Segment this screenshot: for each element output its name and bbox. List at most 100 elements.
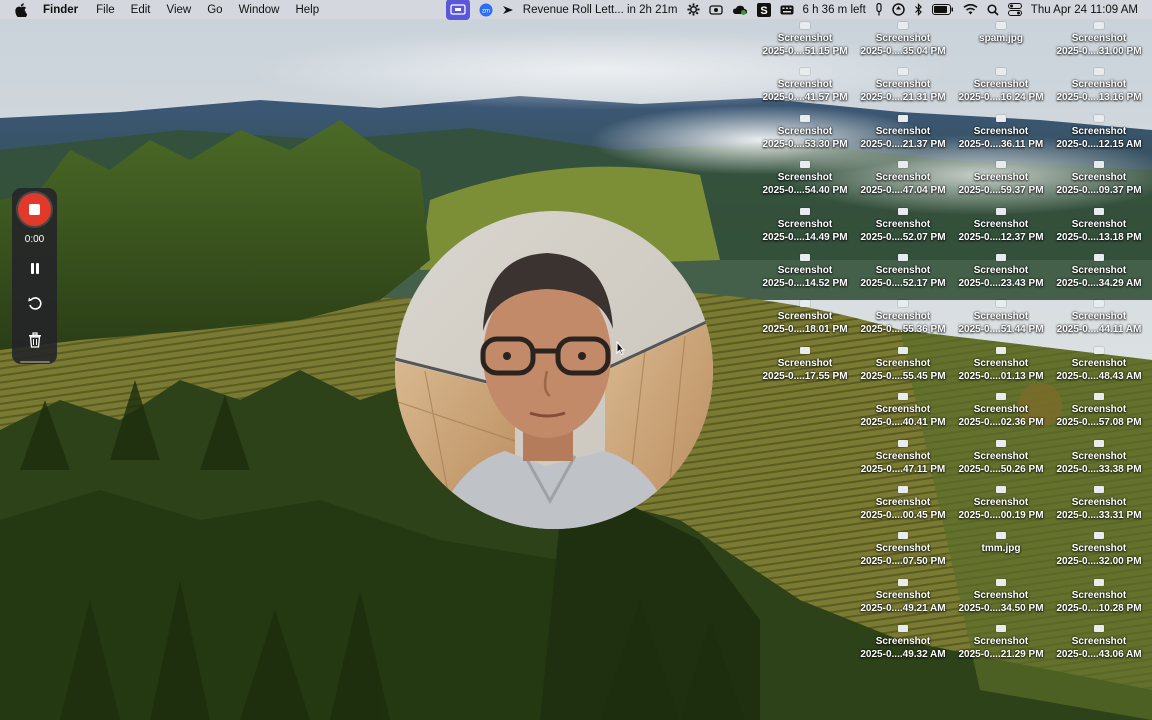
- desktop-file-icon[interactable]: Screenshot 2025-0....21.37 PM: [854, 114, 952, 161]
- file-thumbnail-icon: [898, 486, 908, 493]
- file-name-label: Screenshot: [875, 357, 931, 369]
- desktop-file-icon[interactable]: Screenshot 2025-0....44.11 AM: [1050, 300, 1148, 346]
- file-thumbnail-icon: [996, 393, 1006, 401]
- battery-time-remaining[interactable]: 6 h 36 m left: [803, 0, 866, 19]
- file-name-label: Screenshot: [1071, 497, 1127, 508]
- desktop-file-icon[interactable]: Screenshot 2025-0....36.11 PM: [952, 114, 1050, 161]
- file-name-label: Screenshot: [777, 125, 833, 137]
- desktop-file-icon[interactable]: Screenshot 2025-0....01.13 PM: [952, 346, 1050, 393]
- bluetooth-icon[interactable]: [914, 0, 923, 19]
- desktop-file-icon[interactable]: Screenshot 2025-0....00.19 PM: [952, 486, 1050, 532]
- file-thumbnail-icon: [1094, 68, 1104, 76]
- desktop-file-icon[interactable]: Screenshot 2025-0....18.01 PM: [756, 300, 854, 346]
- desktop-file-icon[interactable]: Screenshot 2025-0....55.36 PM: [854, 300, 952, 346]
- file-date-label: 2025-0....21.37 PM: [860, 138, 946, 150]
- menu-edit[interactable]: Edit: [131, 4, 151, 16]
- s-app-icon[interactable]: S: [756, 0, 771, 19]
- zoom-icon[interactable]: zm: [479, 0, 493, 19]
- menu-help[interactable]: Help: [295, 4, 319, 16]
- menu-window[interactable]: Window: [239, 4, 280, 16]
- search-icon[interactable]: [987, 0, 999, 19]
- desktop-file-icon[interactable]: Screenshot 2025-0....31.00 PM: [1050, 22, 1148, 68]
- desktop-file-icon[interactable]: Screenshot 2025-0....48.43 AM: [1050, 346, 1148, 393]
- keyboard-icon[interactable]: [780, 0, 794, 19]
- desktop-file-icon[interactable]: Screenshot 2025-0....33.31 PM: [1050, 486, 1148, 532]
- desktop-file-icon[interactable]: Screenshot 2025-0....12.37 PM: [952, 207, 1050, 254]
- file-name-label: Screenshot: [875, 265, 931, 276]
- desktop-file-icon[interactable]: Screenshot 2025-0....53.30 PM: [756, 114, 854, 161]
- desktop-file-icon[interactable]: Screenshot 2025-0....47.04 PM: [854, 161, 952, 207]
- desktop-file-icon[interactable]: Screenshot 2025-0....13.18 PM: [1050, 207, 1148, 254]
- desktop-file-icon[interactable]: Screenshot 2025-0....54.40 PM: [756, 161, 854, 207]
- desktop-file-icon[interactable]: Screenshot 2025-0....55.45 PM: [854, 346, 952, 393]
- calendar-event-icon[interactable]: [502, 0, 514, 19]
- stop-recording-button[interactable]: [18, 193, 51, 226]
- desktop-file-icon[interactable]: Screenshot 2025-0....12.15 AM: [1050, 114, 1148, 161]
- pause-recording-button[interactable]: [24, 257, 46, 279]
- desktop-file-icon[interactable]: Screenshot 2025-0....14.49 PM: [756, 207, 854, 254]
- desktop-file-icon[interactable]: Screenshot 2025-0....50.26 PM: [952, 439, 1050, 486]
- delete-recording-button[interactable]: [24, 329, 46, 351]
- file-thumbnail-icon: [898, 625, 908, 633]
- desktop-file-icon[interactable]: Screenshot 2025-0....07.50 PM: [854, 532, 952, 578]
- webcam-preview-bubble[interactable]: [395, 211, 713, 529]
- desktop-file-icon[interactable]: Screenshot 2025-0....32.00 PM: [1050, 532, 1148, 578]
- menu-file[interactable]: File: [96, 4, 115, 16]
- desktop-file-icon[interactable]: Screenshot 2025-0....47.11 PM: [854, 439, 952, 486]
- desktop-file-icon[interactable]: tmm.jpg: [952, 532, 1050, 578]
- desktop-file-icon[interactable]: Screenshot 2025-0....17.55 PM: [756, 346, 854, 393]
- desktop-file-icon[interactable]: Screenshot 2025-0....35.04 PM: [854, 22, 952, 68]
- desktop-file-icon[interactable]: Screenshot 2025-0....40.41 PM: [854, 393, 952, 439]
- desktop-file-icon[interactable]: Screenshot 2025-0....49.32 AM: [854, 625, 952, 671]
- desktop-file-icon[interactable]: Screenshot 2025-0....10.28 PM: [1050, 578, 1148, 625]
- desktop-file-icon[interactable]: Screenshot 2025-0....43.06 AM: [1050, 625, 1148, 671]
- cursor-icon: [616, 340, 626, 356]
- desktop-file-icon[interactable]: Screenshot 2025-0....02.36 PM: [952, 393, 1050, 439]
- desktop-file-icon[interactable]: Screenshot 2025-0....34.50 PM: [952, 578, 1050, 625]
- desktop-file-icon[interactable]: Screenshot 2025-0....21.31 PM: [854, 68, 952, 114]
- calendar-event-status[interactable]: Revenue Roll Lett... in 2h 21m: [523, 0, 678, 19]
- file-name-label: Screenshot: [875, 218, 931, 230]
- desktop-file-icon[interactable]: Screenshot 2025-0....23.43 PM: [952, 254, 1050, 300]
- file-date-label: 2025-0....54.40 PM: [762, 185, 848, 197]
- desktop-file-icon[interactable]: Screenshot 2025-0....21.29 PM: [952, 625, 1050, 671]
- cloud-icon[interactable]: [732, 0, 748, 19]
- desktop-file-icon[interactable]: spam.jpg: [952, 22, 1050, 68]
- apple-icon[interactable]: [15, 2, 29, 17]
- desktop-file-icon[interactable]: Screenshot 2025-0....57.08 PM: [1050, 393, 1148, 439]
- mic-icon[interactable]: [875, 0, 883, 19]
- restart-recording-button[interactable]: [24, 293, 46, 315]
- control-center-icon[interactable]: [1007, 0, 1022, 19]
- desktop-file-icon[interactable]: Screenshot 2025-0....51.15 PM: [756, 22, 854, 68]
- menubar-clock[interactable]: Thu Apr 24 11:09 AM: [1031, 0, 1138, 19]
- gear-icon[interactable]: [686, 0, 700, 19]
- file-date-label: 2025-0....49.32 AM: [860, 649, 946, 661]
- desktop-file-icon[interactable]: Screenshot 2025-0....00.45 PM: [854, 486, 952, 532]
- file-name-label: Screenshot: [875, 79, 931, 91]
- camera-icon[interactable]: [708, 0, 723, 19]
- file-date-label: 2025-0....18.01 PM: [762, 324, 848, 336]
- desktop-file-icon[interactable]: Screenshot 2025-0....14.52 PM: [756, 254, 854, 300]
- wifi-icon[interactable]: [963, 0, 978, 19]
- panel-drag-handle[interactable]: [19, 361, 50, 363]
- file-date-label: 2025-0....51.44 PM: [958, 324, 1044, 336]
- file-name-label: Screenshot: [777, 79, 833, 91]
- menu-go[interactable]: Go: [207, 4, 222, 16]
- desktop-file-icon[interactable]: Screenshot 2025-0....16.24 PM: [952, 68, 1050, 114]
- desktop-file-icon[interactable]: Screenshot 2025-0....13.16 PM: [1050, 68, 1148, 114]
- file-date-label: 2025-0....55.45 PM: [860, 370, 946, 382]
- desktop-file-icon[interactable]: Screenshot 2025-0....49.21 AM: [854, 578, 952, 625]
- recycle-icon[interactable]: [892, 0, 905, 19]
- desktop-file-icon[interactable]: Screenshot 2025-0....51.44 PM: [952, 300, 1050, 346]
- desktop-file-icon[interactable]: Screenshot 2025-0....59.37 PM: [952, 161, 1050, 207]
- screen-recording-icon[interactable]: [445, 0, 470, 20]
- desktop-file-icon[interactable]: Screenshot 2025-0....09.37 PM: [1050, 161, 1148, 207]
- desktop-file-icon[interactable]: Screenshot 2025-0....33.38 PM: [1050, 439, 1148, 486]
- desktop-file-icon[interactable]: Screenshot 2025-0....52.07 PM: [854, 207, 952, 254]
- battery-icon[interactable]: [931, 0, 954, 19]
- desktop-file-icon[interactable]: Screenshot 2025-0....52.17 PM: [854, 254, 952, 300]
- menu-view[interactable]: View: [167, 4, 192, 16]
- desktop-file-icon[interactable]: Screenshot 2025-0....34.29 AM: [1050, 254, 1148, 300]
- desktop-file-icon[interactable]: Screenshot 2025-0....41.57 PM: [756, 68, 854, 114]
- menu-app-finder[interactable]: Finder: [43, 4, 78, 16]
